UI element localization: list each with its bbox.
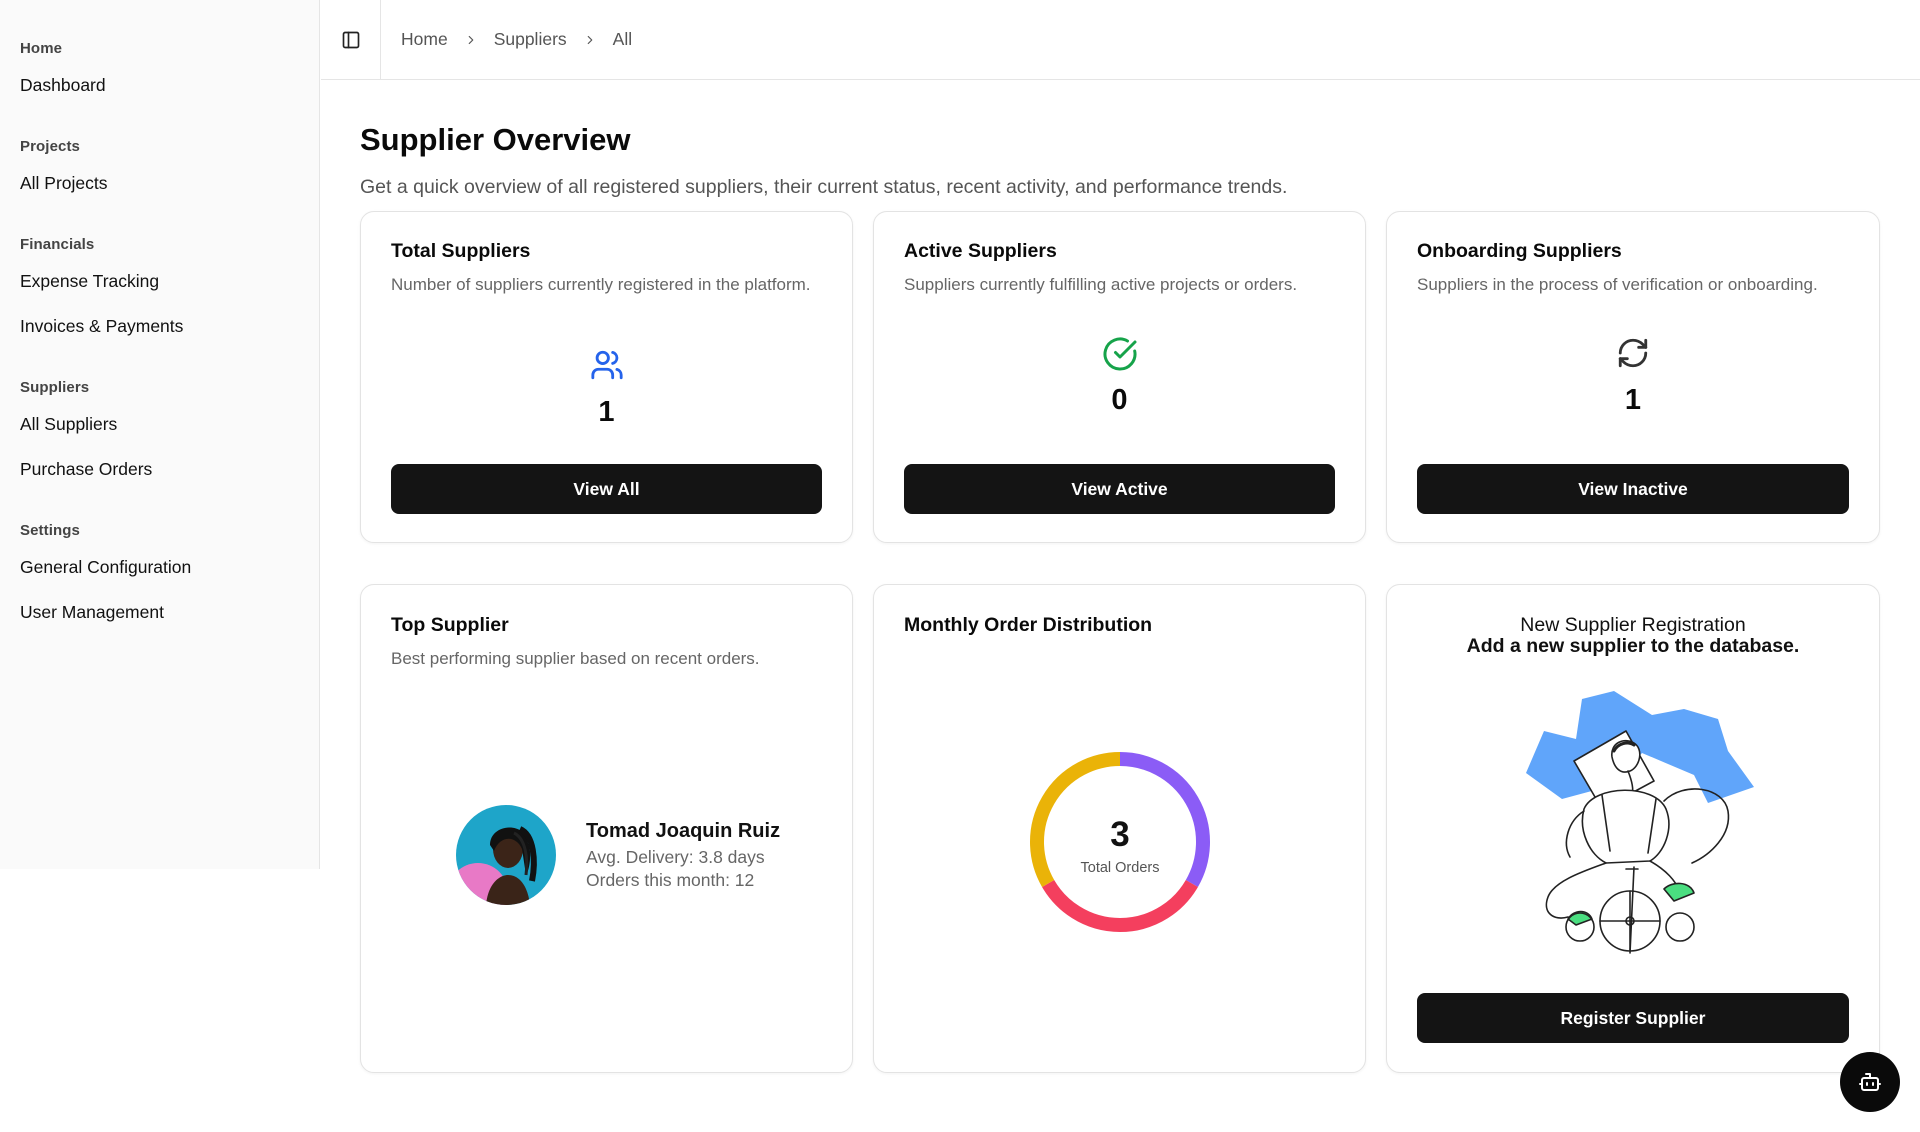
avatar: [456, 805, 556, 905]
card-title: Onboarding Suppliers: [1417, 240, 1622, 262]
sidebar-item-general-configuration[interactable]: General Configuration: [20, 545, 299, 590]
sidebar-item-expense-tracking[interactable]: Expense Tracking: [20, 259, 299, 304]
nav-group-projects: Projects All Projects: [0, 138, 319, 206]
sidebar-item-dashboard[interactable]: Dashboard: [20, 63, 299, 108]
register-supplier-button[interactable]: Register Supplier: [1417, 993, 1849, 1043]
view-active-button[interactable]: View Active: [904, 464, 1335, 514]
refresh-icon: [1387, 336, 1879, 370]
sidebar: Home Dashboard Projects All Projects Fin…: [0, 0, 320, 869]
card-description: Best performing supplier based on recent…: [391, 649, 760, 668]
supplier-orders-month: Orders this month: 12: [586, 869, 755, 890]
stat-value: 1: [598, 396, 615, 428]
nav-group-home: Home Dashboard: [0, 40, 319, 108]
assistant-fab-button[interactable]: [1840, 1052, 1900, 1112]
users-icon: [361, 348, 852, 382]
donut-total-value: 3: [1110, 815, 1130, 854]
breadcrumb-home[interactable]: Home: [401, 29, 448, 50]
supplier-profile: Tomad Joaquin Ruiz Avg. Delivery: 3.8 da…: [456, 805, 780, 905]
card-title: Total Suppliers: [391, 240, 531, 262]
nav-group-settings: Settings General Configuration User Mana…: [0, 522, 319, 635]
nav-group-suppliers: Suppliers All Suppliers Purchase Orders: [0, 379, 319, 492]
panel-left-icon: [342, 31, 359, 48]
view-inactive-button[interactable]: View Inactive: [1417, 464, 1849, 514]
check-circle-icon: [874, 336, 1365, 372]
donut-segment-1: [1042, 879, 1198, 932]
donut-total-label: Total Orders: [1080, 860, 1160, 876]
card-title: Active Suppliers: [904, 240, 1057, 262]
top-header: Home Suppliers All: [321, 0, 1920, 80]
nav-group-financials: Financials Expense Tracking Invoices & P…: [0, 236, 319, 349]
registration-subtitle: Add a new supplier to the database.: [1466, 635, 1800, 657]
sidebar-item-all-suppliers[interactable]: All Suppliers: [20, 402, 299, 447]
supplier-registration-card: New Supplier Registration Add a new supp…: [1386, 584, 1880, 1073]
sidebar-item-invoices-payments[interactable]: Invoices & Payments: [20, 304, 299, 349]
view-all-button[interactable]: View All: [391, 464, 822, 514]
stat-card-active-suppliers: Active Suppliers Suppliers currently ful…: [873, 211, 1366, 543]
sidebar-item-all-projects[interactable]: All Projects: [20, 161, 299, 206]
sidebar-toggle-button[interactable]: [321, 0, 381, 80]
card-description: Number of suppliers currently registered…: [391, 275, 811, 294]
supplier-avg-delivery: Avg. Delivery: 3.8 days: [586, 846, 765, 867]
nav-group-title: Financials: [20, 236, 95, 253]
registration-title: New Supplier Registration: [1520, 614, 1746, 636]
card-title: Top Supplier: [391, 614, 509, 636]
stat-value: 1: [1624, 384, 1642, 416]
stat-card-total-suppliers: Total Suppliers Number of suppliers curr…: [360, 211, 853, 543]
card-description: Suppliers in the process of verification…: [1417, 275, 1818, 294]
supplier-name: Tomad Joaquin Ruiz: [586, 819, 781, 842]
stat-value: 0: [1111, 384, 1128, 416]
bot-icon: [1859, 1073, 1881, 1091]
chevron-right-icon: [583, 33, 597, 47]
card-description: Suppliers currently fulfilling active pr…: [904, 275, 1298, 294]
breadcrumb-all: All: [612, 29, 633, 49]
breadcrumb: Home Suppliers All: [381, 29, 632, 50]
nav-group-title: Projects: [20, 138, 80, 155]
nav-group-title: Suppliers: [20, 379, 90, 396]
donut-chart: 3 Total Orders: [1027, 749, 1213, 935]
stat-card-onboarding-suppliers: Onboarding Suppliers Suppliers in the pr…: [1386, 211, 1880, 543]
card-title: Monthly Order Distribution: [904, 614, 1153, 636]
sidebar-item-purchase-orders[interactable]: Purchase Orders: [20, 447, 299, 492]
nav-group-title: Home: [20, 40, 63, 57]
main-content: Supplier Overview Get a quick overview o…: [360, 80, 1880, 199]
chevron-right-icon: [464, 33, 478, 47]
cyclist-illustration: [1514, 691, 1754, 961]
page-subtitle: Get a quick overview of all registered s…: [360, 176, 1288, 198]
sidebar-item-user-management[interactable]: User Management: [20, 590, 299, 635]
page-title: Supplier Overview: [360, 122, 631, 157]
monthly-order-distribution-card: Monthly Order Distribution 3 Total Order…: [873, 584, 1366, 1073]
breadcrumb-suppliers[interactable]: Suppliers: [494, 29, 567, 50]
nav-group-title: Settings: [20, 522, 80, 539]
top-supplier-card: Top Supplier Best performing supplier ba…: [360, 584, 853, 1073]
